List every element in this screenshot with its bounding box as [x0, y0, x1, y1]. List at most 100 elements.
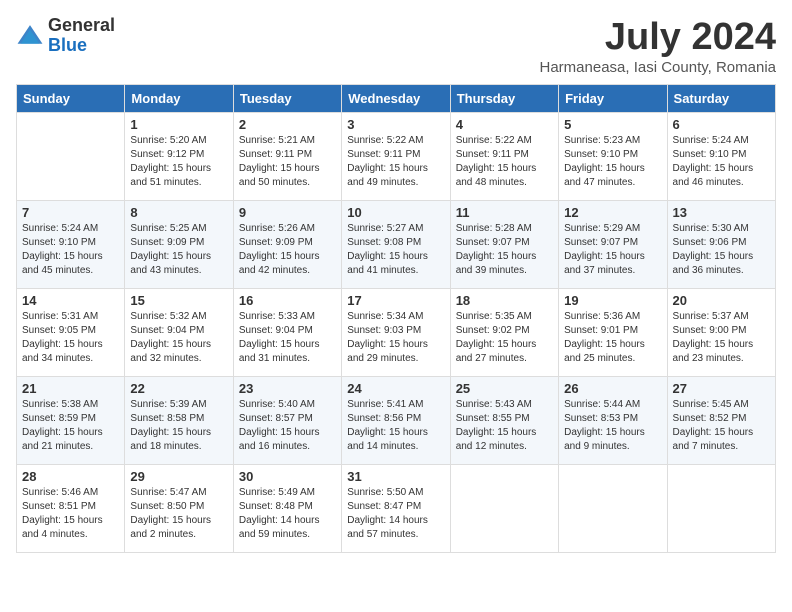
calendar-cell: 13 Sunrise: 5:30 AM Sunset: 9:06 PM Dayli…: [667, 201, 775, 289]
day-header-thursday: Thursday: [450, 85, 558, 113]
calendar-cell: 28 Sunrise: 5:46 AM Sunset: 8:51 PM Dayli…: [17, 465, 125, 553]
calendar-cell: 14 Sunrise: 5:31 AM Sunset: 9:05 PM Dayli…: [17, 289, 125, 377]
day-number: 14: [22, 293, 119, 308]
day-number: 2: [239, 117, 336, 132]
day-header-sunday: Sunday: [17, 85, 125, 113]
calendar-cell: 1Sunrise: 5:20 AM Sunset: 9:12 PM Daylig…: [125, 113, 233, 201]
day-detail: Sunrise: 5:38 AM Sunset: 8:59 PM Dayligh…: [22, 398, 119, 454]
day-number: 24: [347, 381, 444, 396]
calendar-cell: [667, 465, 775, 553]
day-detail: Sunrise: 5:44 AM Sunset: 8:53 PM Dayligh…: [564, 398, 661, 454]
calendar-cell: 20 Sunrise: 5:37 AM Sunset: 9:00 PM Dayli…: [667, 289, 775, 377]
day-number: 7: [22, 205, 119, 220]
calendar-cell: 17 Sunrise: 5:34 AM Sunset: 9:03 PM Dayli…: [342, 289, 450, 377]
day-detail: Sunrise: 5:40 AM Sunset: 8:57 PM Dayligh…: [239, 398, 336, 454]
day-header-wednesday: Wednesday: [342, 85, 450, 113]
day-number: 11: [456, 205, 553, 220]
calendar-title: July 2024: [540, 16, 777, 59]
calendar-cell: [559, 465, 667, 553]
day-detail: Sunrise: 5:33 AM Sunset: 9:04 PM Dayligh…: [239, 310, 336, 366]
calendar-cell: 30 Sunrise: 5:49 AM Sunset: 8:48 PM Dayli…: [233, 465, 341, 553]
calendar-cell: 9 Sunrise: 5:26 AM Sunset: 9:09 PM Daylig…: [233, 201, 341, 289]
day-detail: Sunrise: 5:34 AM Sunset: 9:03 PM Dayligh…: [347, 310, 444, 366]
day-number: 1: [130, 117, 227, 132]
calendar-cell: 21 Sunrise: 5:38 AM Sunset: 8:59 PM Dayli…: [17, 377, 125, 465]
day-detail: Sunrise: 5:41 AM Sunset: 8:56 PM Dayligh…: [347, 398, 444, 454]
day-detail: Sunrise: 5:43 AM Sunset: 8:55 PM Dayligh…: [456, 398, 553, 454]
week-row-4: 21 Sunrise: 5:38 AM Sunset: 8:59 PM Dayli…: [17, 377, 776, 465]
day-number: 25: [456, 381, 553, 396]
calendar-cell: 12Sunrise: 5:29 AM Sunset: 9:07 PM Dayli…: [559, 201, 667, 289]
day-detail: Sunrise: 5:22 AM Sunset: 9:11 PM Dayligh…: [456, 134, 553, 190]
logo-text: General Blue: [48, 16, 115, 56]
day-detail: Sunrise: 5:28 AM Sunset: 9:07 PM Dayligh…: [456, 222, 553, 278]
day-detail: Sunrise: 5:24 AM Sunset: 9:10 PM Dayligh…: [673, 134, 770, 190]
day-header-saturday: Saturday: [667, 85, 775, 113]
calendar-cell: 16Sunrise: 5:33 AM Sunset: 9:04 PM Dayli…: [233, 289, 341, 377]
calendar-cell: 27Sunrise: 5:45 AM Sunset: 8:52 PM Dayli…: [667, 377, 775, 465]
day-detail: Sunrise: 5:24 AM Sunset: 9:10 PM Dayligh…: [22, 222, 119, 278]
day-detail: Sunrise: 5:26 AM Sunset: 9:09 PM Dayligh…: [239, 222, 336, 278]
calendar-cell: 2Sunrise: 5:21 AM Sunset: 9:11 PM Daylig…: [233, 113, 341, 201]
calendar-cell: 24 Sunrise: 5:41 AM Sunset: 8:56 PM Dayli…: [342, 377, 450, 465]
day-number: 12: [564, 205, 661, 220]
week-row-1: 1Sunrise: 5:20 AM Sunset: 9:12 PM Daylig…: [17, 113, 776, 201]
calendar-cell: 3 Sunrise: 5:22 AM Sunset: 9:11 PM Daylig…: [342, 113, 450, 201]
day-number: 9: [239, 205, 336, 220]
calendar-table: SundayMondayTuesdayWednesdayThursdayFrid…: [16, 84, 776, 553]
calendar-subtitle: Harmaneasa, Iasi County, Romania: [540, 59, 777, 76]
day-header-tuesday: Tuesday: [233, 85, 341, 113]
day-number: 30: [239, 469, 336, 484]
day-number: 5: [564, 117, 661, 132]
calendar-cell: 19 Sunrise: 5:36 AM Sunset: 9:01 PM Dayli…: [559, 289, 667, 377]
week-row-2: 7 Sunrise: 5:24 AM Sunset: 9:10 PM Daylig…: [17, 201, 776, 289]
calendar-cell: [450, 465, 558, 553]
day-number: 13: [673, 205, 770, 220]
calendar-cell: 26 Sunrise: 5:44 AM Sunset: 8:53 PM Dayli…: [559, 377, 667, 465]
calendar-cell: 4Sunrise: 5:22 AM Sunset: 9:11 PM Daylig…: [450, 113, 558, 201]
day-detail: Sunrise: 5:36 AM Sunset: 9:01 PM Dayligh…: [564, 310, 661, 366]
day-number: 6: [673, 117, 770, 132]
day-detail: Sunrise: 5:39 AM Sunset: 8:58 PM Dayligh…: [130, 398, 227, 454]
day-header-friday: Friday: [559, 85, 667, 113]
week-row-5: 28 Sunrise: 5:46 AM Sunset: 8:51 PM Dayli…: [17, 465, 776, 553]
title-area: July 2024 Harmaneasa, Iasi County, Roman…: [540, 16, 777, 76]
day-detail: Sunrise: 5:35 AM Sunset: 9:02 PM Dayligh…: [456, 310, 553, 366]
day-detail: Sunrise: 5:46 AM Sunset: 8:51 PM Dayligh…: [22, 486, 119, 542]
day-number: 22: [130, 381, 227, 396]
day-number: 20: [673, 293, 770, 308]
day-detail: Sunrise: 5:31 AM Sunset: 9:05 PM Dayligh…: [22, 310, 119, 366]
day-number: 19: [564, 293, 661, 308]
day-number: 21: [22, 381, 119, 396]
calendar-cell: 5 Sunrise: 5:23 AM Sunset: 9:10 PM Daylig…: [559, 113, 667, 201]
calendar-cell: 25 Sunrise: 5:43 AM Sunset: 8:55 PM Dayli…: [450, 377, 558, 465]
day-number: 28: [22, 469, 119, 484]
day-number: 10: [347, 205, 444, 220]
calendar-cell: 7 Sunrise: 5:24 AM Sunset: 9:10 PM Daylig…: [17, 201, 125, 289]
day-detail: Sunrise: 5:23 AM Sunset: 9:10 PM Dayligh…: [564, 134, 661, 190]
day-number: 3: [347, 117, 444, 132]
calendar-cell: 11 Sunrise: 5:28 AM Sunset: 9:07 PM Dayli…: [450, 201, 558, 289]
calendar-cell: 29Sunrise: 5:47 AM Sunset: 8:50 PM Dayli…: [125, 465, 233, 553]
day-detail: Sunrise: 5:22 AM Sunset: 9:11 PM Dayligh…: [347, 134, 444, 190]
day-detail: Sunrise: 5:37 AM Sunset: 9:00 PM Dayligh…: [673, 310, 770, 366]
calendar-cell: [17, 113, 125, 201]
day-detail: Sunrise: 5:30 AM Sunset: 9:06 PM Dayligh…: [673, 222, 770, 278]
day-number: 15: [130, 293, 227, 308]
calendar-cell: 10 Sunrise: 5:27 AM Sunset: 9:08 PM Dayli…: [342, 201, 450, 289]
day-number: 27: [673, 381, 770, 396]
calendar-cell: 8Sunrise: 5:25 AM Sunset: 9:09 PM Daylig…: [125, 201, 233, 289]
day-number: 8: [130, 205, 227, 220]
day-number: 26: [564, 381, 661, 396]
day-detail: Sunrise: 5:50 AM Sunset: 8:47 PM Dayligh…: [347, 486, 444, 542]
calendar-cell: 15Sunrise: 5:32 AM Sunset: 9:04 PM Dayli…: [125, 289, 233, 377]
day-header-monday: Monday: [125, 85, 233, 113]
header: General Blue July 2024 Harmaneasa, Iasi …: [16, 16, 776, 76]
day-detail: Sunrise: 5:27 AM Sunset: 9:08 PM Dayligh…: [347, 222, 444, 278]
calendar-cell: 6 Sunrise: 5:24 AM Sunset: 9:10 PM Daylig…: [667, 113, 775, 201]
logo-icon: [16, 22, 44, 50]
day-number: 17: [347, 293, 444, 308]
day-detail: Sunrise: 5:49 AM Sunset: 8:48 PM Dayligh…: [239, 486, 336, 542]
day-number: 23: [239, 381, 336, 396]
calendar-cell: 18Sunrise: 5:35 AM Sunset: 9:02 PM Dayli…: [450, 289, 558, 377]
